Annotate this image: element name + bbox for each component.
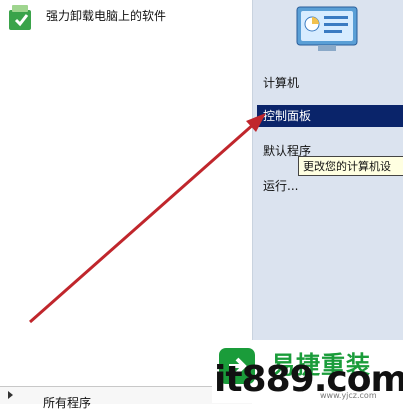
program-item-uninstaller[interactable]: 强力卸载电脑上的软件 <box>0 0 252 34</box>
control-panel-icon <box>296 6 358 51</box>
uninstaller-icon <box>9 5 31 30</box>
control-panel-tooltip: 更改您的计算机设 <box>298 156 403 176</box>
arrow-right-icon <box>8 391 13 399</box>
program-label: 强力卸载电脑上的软件 <box>46 9 167 23</box>
menu-item-computer[interactable]: 计算机 <box>257 72 403 94</box>
menu-item-run[interactable]: 运行... <box>257 175 403 197</box>
watermark-subtext: www.yjcz.com <box>320 391 377 400</box>
menu-item-control-panel[interactable]: 控制面板 <box>257 105 403 127</box>
